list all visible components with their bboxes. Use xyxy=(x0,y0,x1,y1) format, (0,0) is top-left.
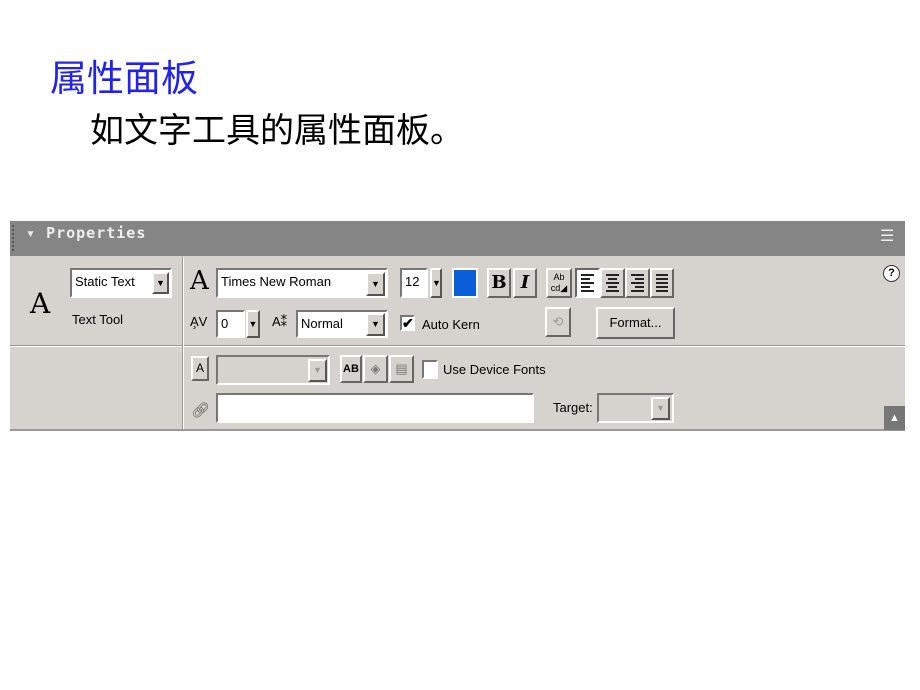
tool-label: Text Tool xyxy=(72,312,124,327)
bold-button[interactable]: B xyxy=(487,268,511,298)
font-size-input[interactable]: 12 xyxy=(400,268,428,298)
use-device-fonts-label: Use Device Fonts xyxy=(443,362,546,377)
justify-button[interactable] xyxy=(650,268,674,298)
font-select[interactable]: Times New Roman xyxy=(216,268,388,298)
font-value: Times New Roman xyxy=(221,274,332,289)
font-rendering-icon: A xyxy=(191,356,209,381)
text-type-value: Static Text xyxy=(75,274,135,289)
auto-kern-label: Auto Kern xyxy=(422,317,480,332)
align-right-button[interactable] xyxy=(625,268,650,298)
character-spacing-icon: A̧V xyxy=(190,314,208,329)
character-spacing-slider-button[interactable]: ▼ xyxy=(246,310,260,338)
chevron-down-icon[interactable]: ▼ xyxy=(651,397,670,420)
text-color-swatch[interactable] xyxy=(452,268,478,298)
character-spacing-input[interactable]: 0 xyxy=(216,310,245,338)
align-left-button[interactable] xyxy=(575,268,600,298)
slide-title: 属性面板 xyxy=(50,57,198,100)
text-direction-icon[interactable]: Ab cd◢ xyxy=(546,268,572,298)
chevron-down-icon[interactable]: ▼ xyxy=(366,313,385,336)
chevron-down-icon[interactable]: ▼ xyxy=(366,272,385,296)
italic-button[interactable]: I xyxy=(513,268,537,298)
panel-title-text: Properties xyxy=(46,224,147,242)
panel-menu-icon[interactable]: ☰ xyxy=(880,226,894,246)
selectable-text-button[interactable]: AB xyxy=(340,355,362,383)
border-button[interactable]: ▤ xyxy=(389,355,414,383)
target-label: Target: xyxy=(553,400,593,415)
chevron-down-icon[interactable]: ▼ xyxy=(152,272,169,294)
character-position-icon: A⁑ xyxy=(272,314,288,329)
divider xyxy=(10,345,905,347)
font-size-slider-button[interactable]: ▼ xyxy=(430,268,442,298)
align-center-button[interactable] xyxy=(600,268,625,298)
slide-subtitle: 如文字工具的属性面板。 xyxy=(90,111,464,151)
chevron-down-icon[interactable]: ▼ xyxy=(308,359,327,382)
character-spacing-value: 0 xyxy=(221,316,229,331)
format-button[interactable]: Format... xyxy=(596,307,675,339)
help-icon[interactable]: ? xyxy=(883,265,900,282)
url-input[interactable] xyxy=(216,393,534,423)
rotate-icon[interactable]: ⟲ xyxy=(545,307,571,337)
grip-icon[interactable] xyxy=(12,225,16,251)
text-tool-icon: A xyxy=(30,287,51,320)
panel-titlebar[interactable]: ▾ Properties ☰ xyxy=(10,221,905,256)
use-device-fonts-checkbox[interactable] xyxy=(422,360,438,379)
auto-kern-checkbox[interactable]: ✔ xyxy=(400,315,415,331)
divider xyxy=(182,257,184,429)
render-html-button[interactable]: ◈ xyxy=(363,355,388,383)
properties-panel: ▾ Properties ☰ A Static Text ▼ Text Tool… xyxy=(10,221,905,431)
link-icon: 🔗︎ xyxy=(191,402,211,419)
font-icon: A xyxy=(190,266,209,296)
font-size-value: 12 xyxy=(405,274,420,289)
collapse-triangle-icon[interactable]: ▲ xyxy=(884,406,905,430)
panel-title[interactable]: ▾ Properties xyxy=(26,224,146,242)
character-position-value: Normal xyxy=(301,316,343,331)
